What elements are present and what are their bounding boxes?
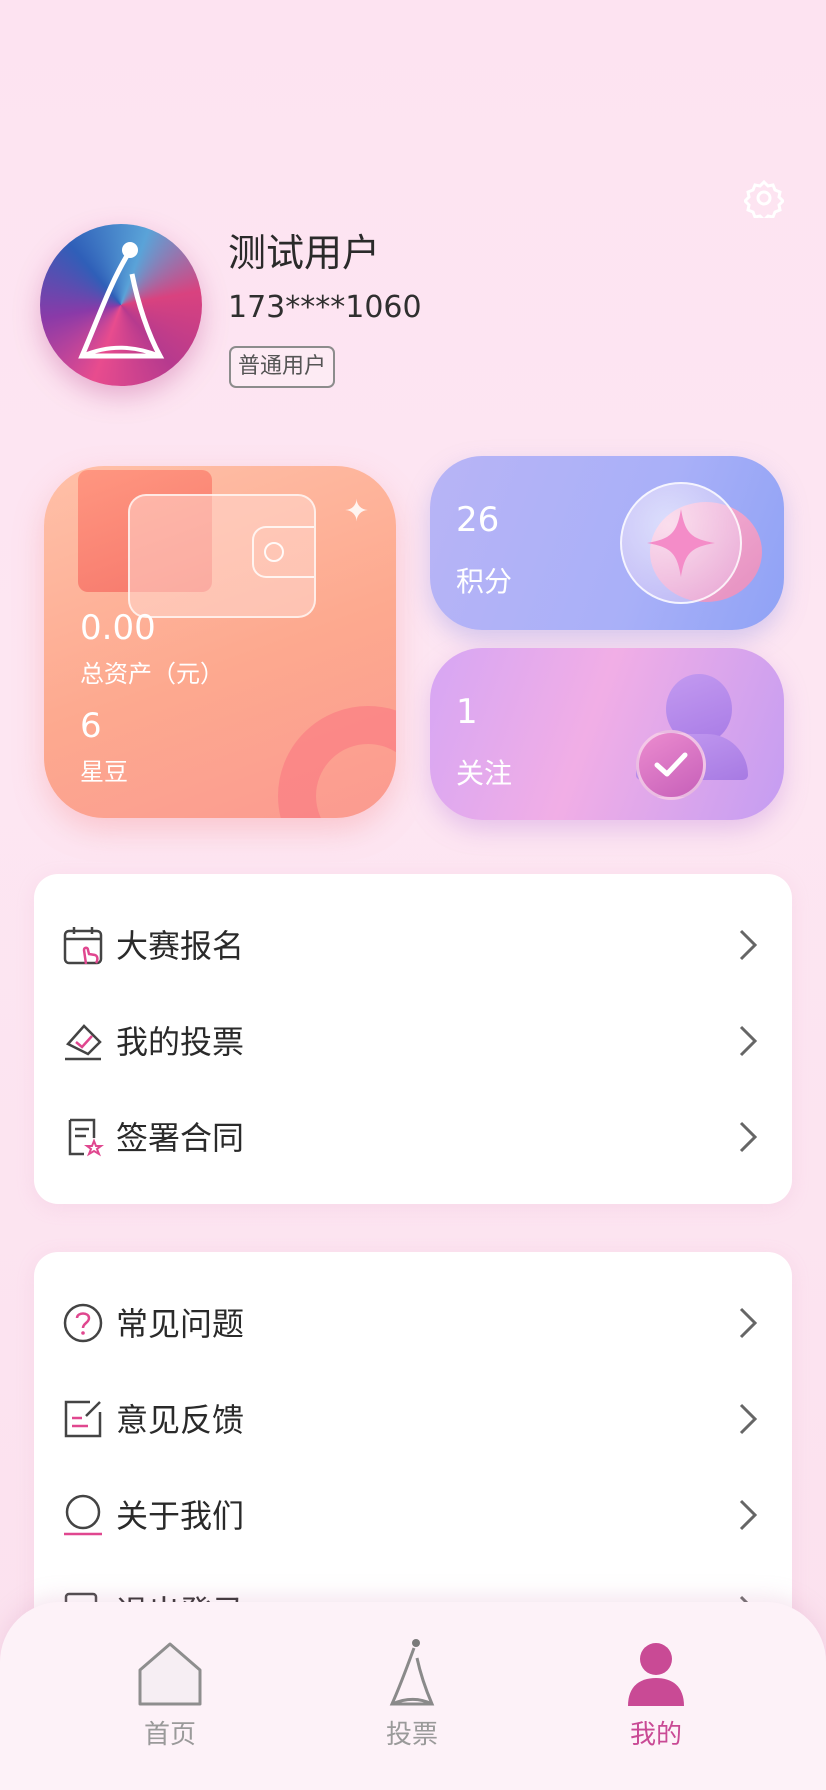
tab-vote[interactable]: 投票 [352, 1602, 472, 1790]
tab-label: 我的 [629, 1720, 682, 1750]
follow-card[interactable] [430, 648, 784, 820]
tab-home[interactable]: 首页 [110, 1602, 230, 1790]
tab-label: 投票 [385, 1720, 438, 1750]
tab-mine[interactable]: 我的 [596, 1602, 716, 1790]
star-coin-icon [620, 482, 742, 604]
phone-number: 173****1060 [228, 290, 422, 325]
chevron-right-icon [739, 1121, 758, 1153]
chevron-right-icon [739, 929, 758, 961]
vote-check-icon [65, 1024, 102, 1061]
menu-label: 常见问题 [116, 1305, 245, 1343]
points-value: 26 [456, 500, 500, 540]
menu-item-faq[interactable]: 常见问题 [34, 1274, 792, 1370]
sparkle-icon: ✦ [344, 494, 370, 529]
follow-value: 1 [456, 692, 478, 732]
vote-figure-icon [389, 1639, 435, 1706]
assets-value: 0.00 [80, 608, 156, 648]
chevron-right-icon [739, 1307, 758, 1339]
calendar-hand-icon [63, 927, 103, 965]
chevron-right-icon [739, 1499, 758, 1531]
question-icon [63, 1303, 103, 1343]
avatar[interactable] [40, 224, 202, 386]
menu-label: 我的投票 [116, 1023, 245, 1061]
contract-star-icon [68, 1118, 104, 1157]
follow-label: 关注 [456, 757, 513, 790]
role-badge: 普通用户 [229, 346, 336, 388]
decorative-ring [278, 706, 396, 818]
menu-item-my-votes[interactable]: 我的投票 [34, 992, 792, 1088]
menu-item-about[interactable]: 关于我们 [34, 1466, 792, 1562]
menu-item-feedback[interactable]: 意见反馈 [34, 1370, 792, 1466]
menu-item-sign-contract[interactable]: 签署合同 [34, 1088, 792, 1184]
feedback-icon [64, 1400, 102, 1438]
chevron-right-icon [739, 1025, 758, 1057]
menu-label: 大赛报名 [116, 927, 245, 965]
beans-value: 6 [80, 706, 102, 746]
menu-label: 签署合同 [116, 1119, 245, 1157]
bottom-tab-bar: 首页 投票 我的 [0, 1602, 826, 1790]
username: 测试用户 [228, 231, 381, 275]
chevron-right-icon [739, 1403, 758, 1435]
points-label: 积分 [456, 565, 513, 598]
about-circle-icon [64, 1494, 102, 1536]
assets-label: 总资产（元） [80, 660, 224, 688]
home-icon [138, 1642, 202, 1706]
menu-label: 关于我们 [116, 1497, 245, 1535]
menu-label: 意见反馈 [116, 1401, 245, 1439]
wallet-icon [128, 494, 316, 618]
tab-label: 首页 [143, 1720, 196, 1750]
settings-gear-icon[interactable] [742, 178, 786, 223]
menu-panel-activities: 大赛报名 我的投票 签署合同 [34, 874, 792, 1204]
beans-label: 星豆 [80, 758, 128, 786]
user-icon [628, 1643, 684, 1706]
menu-item-contest-signup[interactable]: 大赛报名 [34, 896, 792, 992]
check-icon [636, 730, 706, 800]
